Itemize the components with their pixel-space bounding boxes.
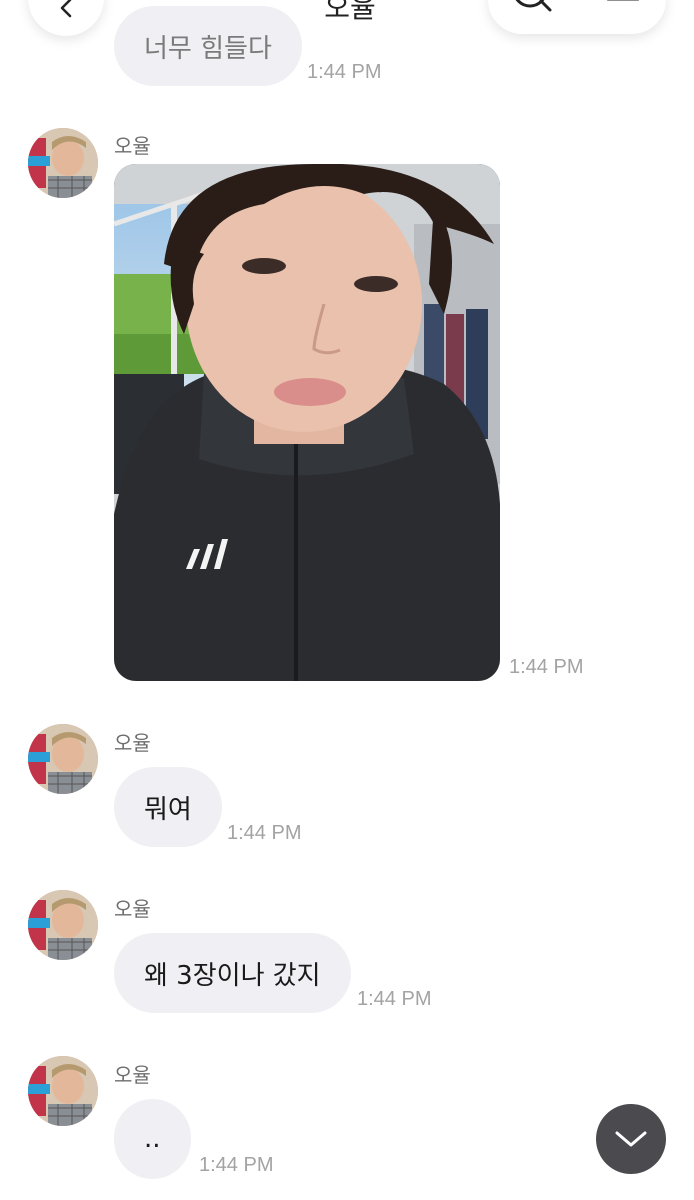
- avatar[interactable]: [28, 724, 98, 794]
- back-arrow-icon: [60, 0, 72, 18]
- photo-message[interactable]: [114, 164, 500, 681]
- sender-name: 오율: [114, 731, 151, 755]
- message-time: 1:44 PM: [227, 822, 302, 844]
- back-button[interactable]: [28, 0, 104, 36]
- scroll-to-bottom-button[interactable]: [596, 1104, 666, 1174]
- sender-name: 오율: [114, 897, 151, 921]
- avatar[interactable]: [28, 128, 98, 198]
- sender-name: 오율: [114, 134, 151, 158]
- message-bubble[interactable]: 뭐여: [114, 767, 222, 847]
- chevron-down-icon: [615, 1131, 647, 1147]
- message-bubble[interactable]: 너무 힘들다: [114, 6, 302, 86]
- header-actions: [488, 0, 666, 34]
- search-icon[interactable]: [510, 0, 554, 14]
- message-time: 1:44 PM: [357, 988, 432, 1010]
- message-time: 1:44 PM: [509, 656, 584, 678]
- avatar[interactable]: [28, 1056, 98, 1126]
- message-bubble[interactable]: 왜 3장이나 갔지: [114, 933, 351, 1013]
- chat-title: 오율: [324, 0, 376, 24]
- message-bubble[interactable]: ..: [114, 1099, 191, 1179]
- chat-header: 오율: [0, 0, 694, 40]
- avatar[interactable]: [28, 890, 98, 960]
- message-time: 1:44 PM: [307, 61, 382, 83]
- sender-name: 오율: [114, 1063, 151, 1087]
- message-time: 1:44 PM: [199, 1154, 274, 1176]
- menu-icon[interactable]: [606, 0, 640, 2]
